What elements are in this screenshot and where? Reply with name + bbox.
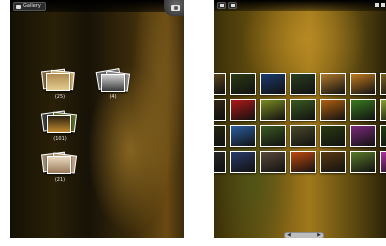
- photo-grid-screen: ◀ ▶: [214, 0, 386, 238]
- view-toggle[interactable]: [375, 3, 385, 7]
- photo-thumbnail[interactable]: [290, 73, 316, 95]
- back-button[interactable]: [217, 2, 226, 9]
- photo-thumbnail[interactable]: [320, 73, 346, 95]
- photo-thumbnail[interactable]: [230, 73, 256, 95]
- albums-screen: Gallery (25) (4) (101) (21): [10, 0, 184, 238]
- photo-thumbnail[interactable]: [214, 99, 226, 121]
- top-bar: [214, 0, 386, 11]
- photo-thumbnail[interactable]: [290, 99, 316, 121]
- photo-thumbnail[interactable]: [350, 99, 376, 121]
- photo-thumbnail[interactable]: [320, 125, 346, 147]
- grid-view-icon: [375, 3, 379, 7]
- photo-thumbnail[interactable]: [230, 151, 256, 173]
- photo-thumbnail[interactable]: [260, 99, 286, 121]
- photo-thumbnail[interactable]: [350, 125, 376, 147]
- album-count: (25): [54, 94, 66, 100]
- photo-thumbnail[interactable]: [350, 151, 376, 173]
- camera-button[interactable]: [164, 0, 184, 16]
- photo-thumbnail[interactable]: [260, 73, 286, 95]
- album-count: (101): [53, 136, 67, 142]
- gallery-icon: [16, 4, 21, 9]
- photo-thumbnail[interactable]: [320, 99, 346, 121]
- photo-thumbnail[interactable]: [380, 125, 386, 147]
- photo-thumbnail[interactable]: [214, 125, 226, 147]
- photo-thumbnail[interactable]: [230, 99, 256, 121]
- photo-thumbnail[interactable]: [290, 125, 316, 147]
- photo-thumbnail[interactable]: [290, 151, 316, 173]
- album-count: (4): [109, 94, 117, 100]
- photo-thumbnail[interactable]: [260, 151, 286, 173]
- photo-thumbnail[interactable]: [380, 73, 386, 95]
- photo-thumbnail[interactable]: [260, 125, 286, 147]
- gallery-label: Gallery: [23, 3, 41, 9]
- photo-thumbnail[interactable]: [214, 73, 226, 95]
- album-button[interactable]: [228, 2, 237, 9]
- album-count: (21): [54, 177, 66, 183]
- photo-thumbnail[interactable]: [214, 151, 226, 173]
- folder-icon: [231, 4, 235, 7]
- gallery-button[interactable]: Gallery: [13, 2, 46, 11]
- photo-thumbnail[interactable]: [380, 151, 386, 173]
- scroll-scrubber[interactable]: ◀ ▶: [284, 232, 324, 238]
- camera-icon: [171, 5, 180, 11]
- photo-thumbnail[interactable]: [230, 125, 256, 147]
- photo-thumbnail[interactable]: [320, 151, 346, 173]
- photo-thumbnail[interactable]: [350, 73, 376, 95]
- photo-thumbnail[interactable]: [380, 99, 386, 121]
- gallery-icon: [220, 4, 224, 7]
- slideshow-icon: [381, 3, 385, 7]
